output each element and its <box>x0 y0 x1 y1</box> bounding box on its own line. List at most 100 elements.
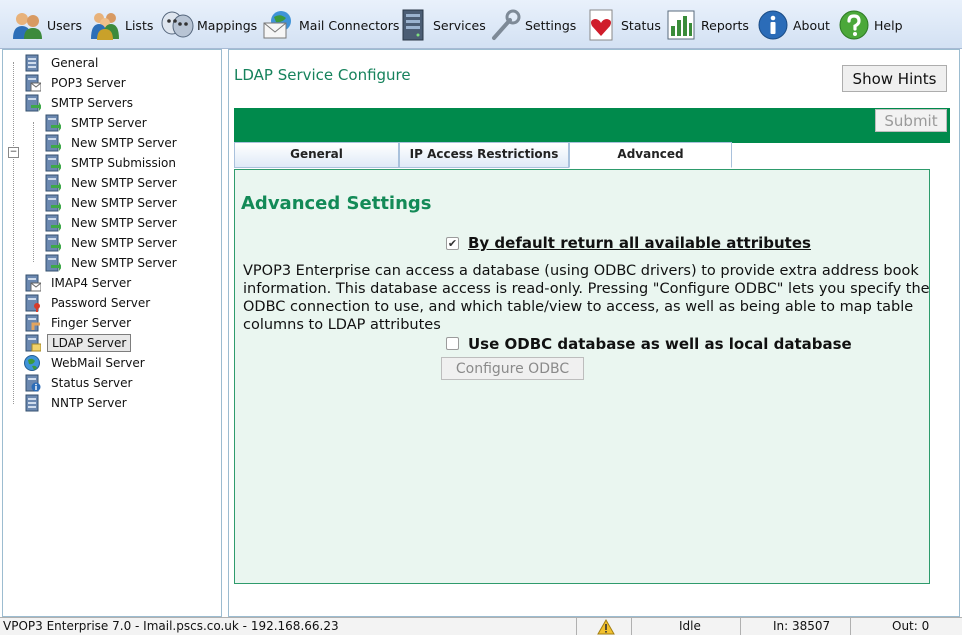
server-finger-icon <box>23 314 41 332</box>
submit-button[interactable]: Submit <box>875 109 947 132</box>
tree-item-label: New SMTP Server <box>71 215 177 230</box>
server-mail-icon <box>23 274 42 292</box>
page-title: LDAP Service Configure <box>234 66 411 84</box>
tab-advanced[interactable]: Advanced <box>569 142 732 168</box>
server-icon <box>23 394 41 412</box>
tree-item-imap4-server[interactable]: IMAP4 Server <box>23 273 135 292</box>
advanced-settings-panel: Advanced Settings ✔ By default return al… <box>234 169 930 584</box>
server-arrow-icon <box>43 154 62 172</box>
return-all-attributes-label: By default return all available attribut… <box>468 234 811 252</box>
tab-general[interactable]: General <box>234 142 399 168</box>
tree-item-ldap-server[interactable]: LDAP Server <box>23 333 132 352</box>
main-toolbar: Users Lists Mappings Mail Connectors Ser… <box>0 0 962 49</box>
tree-item-webmail-server[interactable]: WebMail Server <box>23 353 149 372</box>
server-arrow-icon <box>43 214 62 232</box>
use-odbc-database-label: Use ODBC database as well as local datab… <box>468 335 852 353</box>
server-icon <box>23 54 41 72</box>
tree-item-new-smtp-server[interactable]: New SMTP Server <box>43 133 181 152</box>
tree-item-new-smtp-server[interactable]: New SMTP Server <box>43 233 181 252</box>
tree-item-smtp-submission[interactable]: SMTP Submission <box>43 153 180 172</box>
tree-item-label: New SMTP Server <box>71 235 177 250</box>
toolbar-lists-button[interactable]: Lists <box>88 6 153 44</box>
smtp-servers-collapse-toggle[interactable]: − <box>8 147 19 158</box>
tree-item-new-smtp-server[interactable]: New SMTP Server <box>43 213 181 232</box>
server-arrow-icon <box>43 114 62 132</box>
toolbar-services-button[interactable]: Services <box>396 6 486 44</box>
tree-item-label: IMAP4 Server <box>51 275 132 290</box>
settings-icon <box>488 8 522 42</box>
tree-item-label: General <box>51 55 99 70</box>
service-tree-panel: − General POP3 Server SMTP Servers SMTP … <box>2 49 222 617</box>
status-divider <box>740 618 741 635</box>
server-arrow-icon <box>43 174 62 192</box>
configure-odbc-button[interactable]: Configure ODBC <box>441 357 584 380</box>
connection-state: Idle <box>679 619 701 633</box>
status-icon <box>584 8 618 42</box>
lists-icon <box>88 8 122 42</box>
server-info-icon <box>23 374 41 392</box>
server-arrow-icon <box>43 194 62 212</box>
toolbar-mail-connectors-label: Mail Connectors <box>299 17 400 33</box>
tab-ip-access-restrictions[interactable]: IP Access Restrictions <box>399 142 569 168</box>
action-bar <box>234 108 950 143</box>
tree-item-new-smtp-server[interactable]: New SMTP Server <box>43 253 181 272</box>
status-divider <box>850 618 851 635</box>
main-panel: LDAP Service Configure Show Hints Submit… <box>228 49 960 617</box>
return-all-attributes-checkbox[interactable]: ✔ <box>446 237 459 250</box>
tree-item-pop3-server[interactable]: POP3 Server <box>23 73 130 92</box>
mappings-icon <box>160 8 194 42</box>
server-arrow-icon <box>43 134 62 152</box>
tree-item-nntp-server[interactable]: NNTP Server <box>23 393 131 412</box>
tree-item-password-server[interactable]: Password Server <box>23 293 154 312</box>
server-directory-icon <box>23 334 42 352</box>
section-heading: Advanced Settings <box>241 193 432 214</box>
toolbar-settings-label: Settings <box>525 17 577 33</box>
status-bar: VPOP3 Enterprise 7.0 - Imail.pscs.co.uk … <box>0 617 962 635</box>
toolbar-mail-connectors-button[interactable]: Mail Connectors <box>262 6 399 44</box>
toolbar-help-button[interactable]: Help <box>837 6 903 44</box>
services-icon <box>396 8 430 42</box>
server-mail-icon <box>23 74 42 92</box>
tree-item-label: NNTP Server <box>51 395 127 410</box>
tree-item-label: SMTP Servers <box>51 95 133 110</box>
show-hints-button[interactable]: Show Hints <box>842 65 947 92</box>
reports-icon <box>664 8 698 42</box>
tree-item-label: SMTP Server <box>71 115 147 130</box>
server-arrow-icon <box>43 254 62 272</box>
users-icon <box>10 8 44 42</box>
tree-item-label: SMTP Submission <box>71 155 176 170</box>
tree-item-general[interactable]: General <box>23 53 102 72</box>
status-divider <box>576 618 577 635</box>
tree-item-new-smtp-server[interactable]: New SMTP Server <box>43 173 181 192</box>
tree-item-new-smtp-server[interactable]: New SMTP Server <box>43 193 181 212</box>
use-odbc-database-checkbox[interactable] <box>446 337 459 350</box>
toolbar-status-button[interactable]: Status <box>584 6 661 44</box>
server-key-icon <box>23 294 41 312</box>
tree-item-finger-server[interactable]: Finger Server <box>23 313 135 332</box>
tree-item-label: Status Server <box>51 375 133 390</box>
warning-icon <box>597 618 615 636</box>
tree-item-label: Password Server <box>51 295 151 310</box>
tab-strip: General IP Access Restrictions Advanced <box>234 142 930 169</box>
toolbar-reports-label: Reports <box>701 17 749 33</box>
tree-item-smtp-server[interactable]: SMTP Server <box>43 113 151 132</box>
tree-item-label: Finger Server <box>51 315 132 330</box>
toolbar-help-label: Help <box>874 17 903 33</box>
toolbar-about-button[interactable]: About <box>756 6 830 44</box>
tree-item-label: POP3 Server <box>51 75 126 90</box>
mail-connectors-icon <box>262 8 296 42</box>
toolbar-settings-button[interactable]: Settings <box>488 6 576 44</box>
tree-line <box>33 122 34 262</box>
help-icon <box>837 8 871 42</box>
status-divider <box>631 618 632 635</box>
toolbar-users-button[interactable]: Users <box>10 6 82 44</box>
toolbar-reports-button[interactable]: Reports <box>664 6 749 44</box>
tree-item-smtp-servers[interactable]: SMTP Servers <box>23 93 137 112</box>
tree-item-label: WebMail Server <box>51 355 145 370</box>
toolbar-mappings-button[interactable]: Mappings <box>160 6 257 44</box>
odbc-description: VPOP3 Enterprise can access a database (… <box>243 263 930 333</box>
bytes-in: In: 38507 <box>773 619 831 633</box>
tree-item-status-server[interactable]: Status Server <box>23 373 136 392</box>
globe-icon <box>23 354 41 372</box>
bytes-out: Out: 0 <box>892 619 930 633</box>
